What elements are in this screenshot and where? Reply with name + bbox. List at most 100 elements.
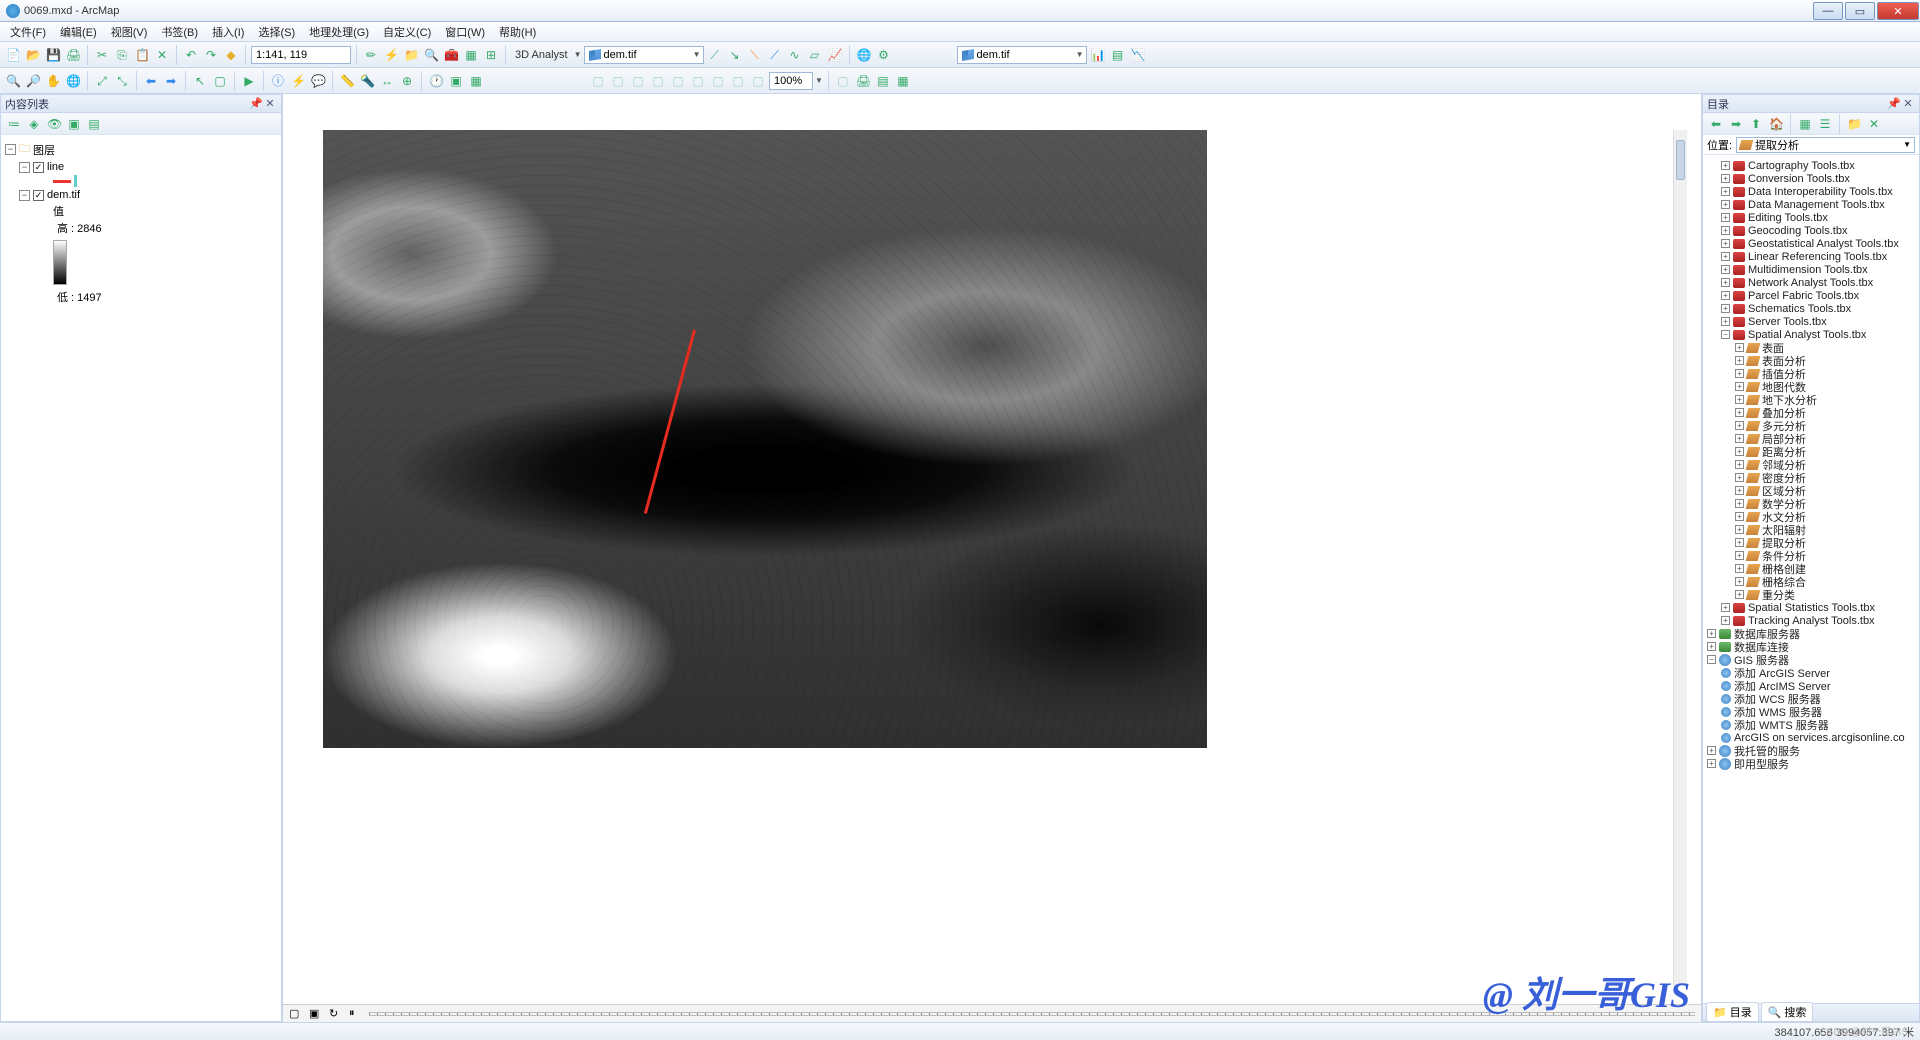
scrollbar-thumb[interactable] [1676,140,1685,180]
location-field[interactable]: 提取分析 ▼ [1736,137,1915,153]
contour-icon[interactable]: ⟋ [706,46,724,64]
toolbox-spatial-analyst[interactable]: −Spatial Analyst Tools.tbx [1721,328,1915,341]
toolbox-item[interactable]: +Schematics Tools.tbx [1721,302,1915,315]
goto-xy-icon[interactable]: ⊕ [398,72,416,90]
expand-icon[interactable]: − [5,144,16,155]
list-by-selection-icon[interactable]: ▣ [65,115,83,133]
undo-icon[interactable]: ↶ [182,46,200,64]
menu-window[interactable]: 窗口(W) [439,22,491,42]
checkbox-icon[interactable]: ✓ [33,190,44,201]
disconnect-icon[interactable]: ✕ [1865,115,1883,133]
export-icon[interactable]: ▤ [874,72,892,90]
second-layer-dropdown[interactable]: dem.tif ▼ [957,46,1087,64]
save-icon[interactable]: 💾 [44,46,62,64]
g4-icon[interactable]: ▢ [649,72,667,90]
maximize-button[interactable]: ▭ [1845,2,1875,20]
html-popup-icon[interactable]: 💬 [309,72,327,90]
interpolate-line-icon[interactable]: ∿ [786,46,804,64]
viewer-icon[interactable]: ▦ [467,72,485,90]
layout-view-icon[interactable]: ▣ [309,1007,323,1021]
checkbox-icon[interactable]: ✓ [33,162,44,173]
fixed-zoom-in-icon[interactable]: ⤢ [93,72,111,90]
g1-icon[interactable]: ▢ [589,72,607,90]
menu-view[interactable]: 视图(V) [105,22,154,42]
up-icon[interactable]: ⬆ [1747,115,1765,133]
toc-layer-line[interactable]: − ✓ line [19,160,277,174]
toolbox-item[interactable]: +Editing Tools.tbx [1721,211,1915,224]
model-icon[interactable]: ⊞ [482,46,500,64]
classify-icon[interactable]: ▤ [1109,46,1127,64]
toolbox-item[interactable]: +Geostatistical Analyst Tools.tbx [1721,237,1915,250]
measure-icon[interactable]: 📏 [338,72,356,90]
select-features-icon[interactable]: ↖ [191,72,209,90]
g5-icon[interactable]: ▢ [669,72,687,90]
options-icon[interactable]: ▤ [85,115,103,133]
redo-icon[interactable]: ↷ [202,46,220,64]
g9-icon[interactable]: ▢ [749,72,767,90]
close-button[interactable]: ✕ [1877,2,1919,20]
toolbox-item[interactable]: +Parcel Fabric Tools.tbx [1721,289,1915,302]
globe-icon[interactable]: 🌐 [855,46,873,64]
menu-geoprocessing[interactable]: 地理处理(G) [303,22,375,42]
toolbox-item[interactable]: +Spatial Statistics Tools.tbx [1721,601,1915,614]
open-icon[interactable]: 📂 [24,46,42,64]
hist-icon[interactable]: 📊 [1089,46,1107,64]
toolbox-item[interactable]: +Multidimension Tools.tbx [1721,263,1915,276]
cut-icon[interactable]: ✂ [93,46,111,64]
ready-services[interactable]: +即用型服务 [1707,757,1915,770]
los-icon[interactable]: ⟍ [746,46,764,64]
tool-icon[interactable]: ⚡ [382,46,400,64]
menu-insert[interactable]: 插入(I) [206,22,250,42]
catalog-icon[interactable]: 📁 [402,46,420,64]
clear-selection-icon[interactable]: ▢ [211,72,229,90]
g2-icon[interactable]: ▢ [609,72,627,90]
copy-icon[interactable]: ⎘ [113,46,131,64]
editor-icon[interactable]: ✏ [362,46,380,64]
close-icon[interactable]: ✕ [263,97,277,110]
server-item[interactable]: 添加 WMTS 服务器 [1721,718,1915,731]
full-extent-icon[interactable]: 🌐 [64,72,82,90]
forward-icon[interactable]: ➡ [1727,115,1745,133]
search-icon[interactable]: 🔍 [422,46,440,64]
create-viewer-icon[interactable]: ▣ [447,72,465,90]
interpolate-poly-icon[interactable]: ▱ [806,46,824,64]
list-by-visibility-icon[interactable]: 👁 [45,115,63,133]
profile-icon[interactable]: 📈 [826,46,844,64]
pin-icon[interactable]: 📌 [1887,97,1901,110]
dem-gradient[interactable] [53,240,67,285]
time-slider-icon[interactable]: 🕐 [427,72,445,90]
toggle-icon[interactable]: ▦ [1796,115,1814,133]
new-icon[interactable]: 📄 [4,46,22,64]
hyperlink-icon[interactable]: ⚡ [289,72,307,90]
line-symbol[interactable] [53,174,277,188]
add-data-icon[interactable]: ◆ [222,46,240,64]
toolbox-item[interactable]: +Geocoding Tools.tbx [1721,224,1915,237]
toolbox-item[interactable]: +Linear Referencing Tools.tbx [1721,250,1915,263]
point-icon[interactable]: ⟋ [766,46,784,64]
menu-selection[interactable]: 选择(S) [252,22,301,42]
g3-icon[interactable]: ▢ [629,72,647,90]
minimize-button[interactable]: — [1813,2,1843,20]
tab-search[interactable]: 🔍搜索 [1761,1002,1814,1021]
toolbox-item[interactable]: +Network Analyst Tools.tbx [1721,276,1915,289]
toolbox-item[interactable]: +Data Management Tools.tbx [1721,198,1915,211]
zoom-out-icon[interactable]: 🔎 [24,72,42,90]
g10-icon[interactable]: ▢ [834,72,852,90]
zoom-in-icon[interactable]: 🔍 [4,72,22,90]
sig-icon[interactable]: 📉 [1129,46,1147,64]
pan-icon[interactable]: ✋ [44,72,62,90]
pin-icon[interactable]: 📌 [249,97,263,110]
list-by-drawing-icon[interactable]: ≔ [5,115,23,133]
menu-file[interactable]: 文件(F) [4,22,52,42]
fixed-zoom-out-icon[interactable]: ⤡ [113,72,131,90]
analyst-layer-dropdown[interactable]: dem.tif ▼ [584,46,704,64]
connect-folder-icon[interactable]: 📁 [1845,115,1863,133]
g7-icon[interactable]: ▢ [709,72,727,90]
find-route-icon[interactable]: ↔ [378,72,396,90]
toolbox-item[interactable]: +Cartography Tools.tbx [1721,159,1915,172]
zoom-pct-input[interactable] [769,72,813,90]
vertical-scrollbar[interactable] [1673,130,1687,986]
options-icon[interactable]: ⚙ [875,46,893,64]
menu-edit[interactable]: 编辑(E) [54,22,103,42]
toolbox-icon[interactable]: 🧰 [442,46,460,64]
